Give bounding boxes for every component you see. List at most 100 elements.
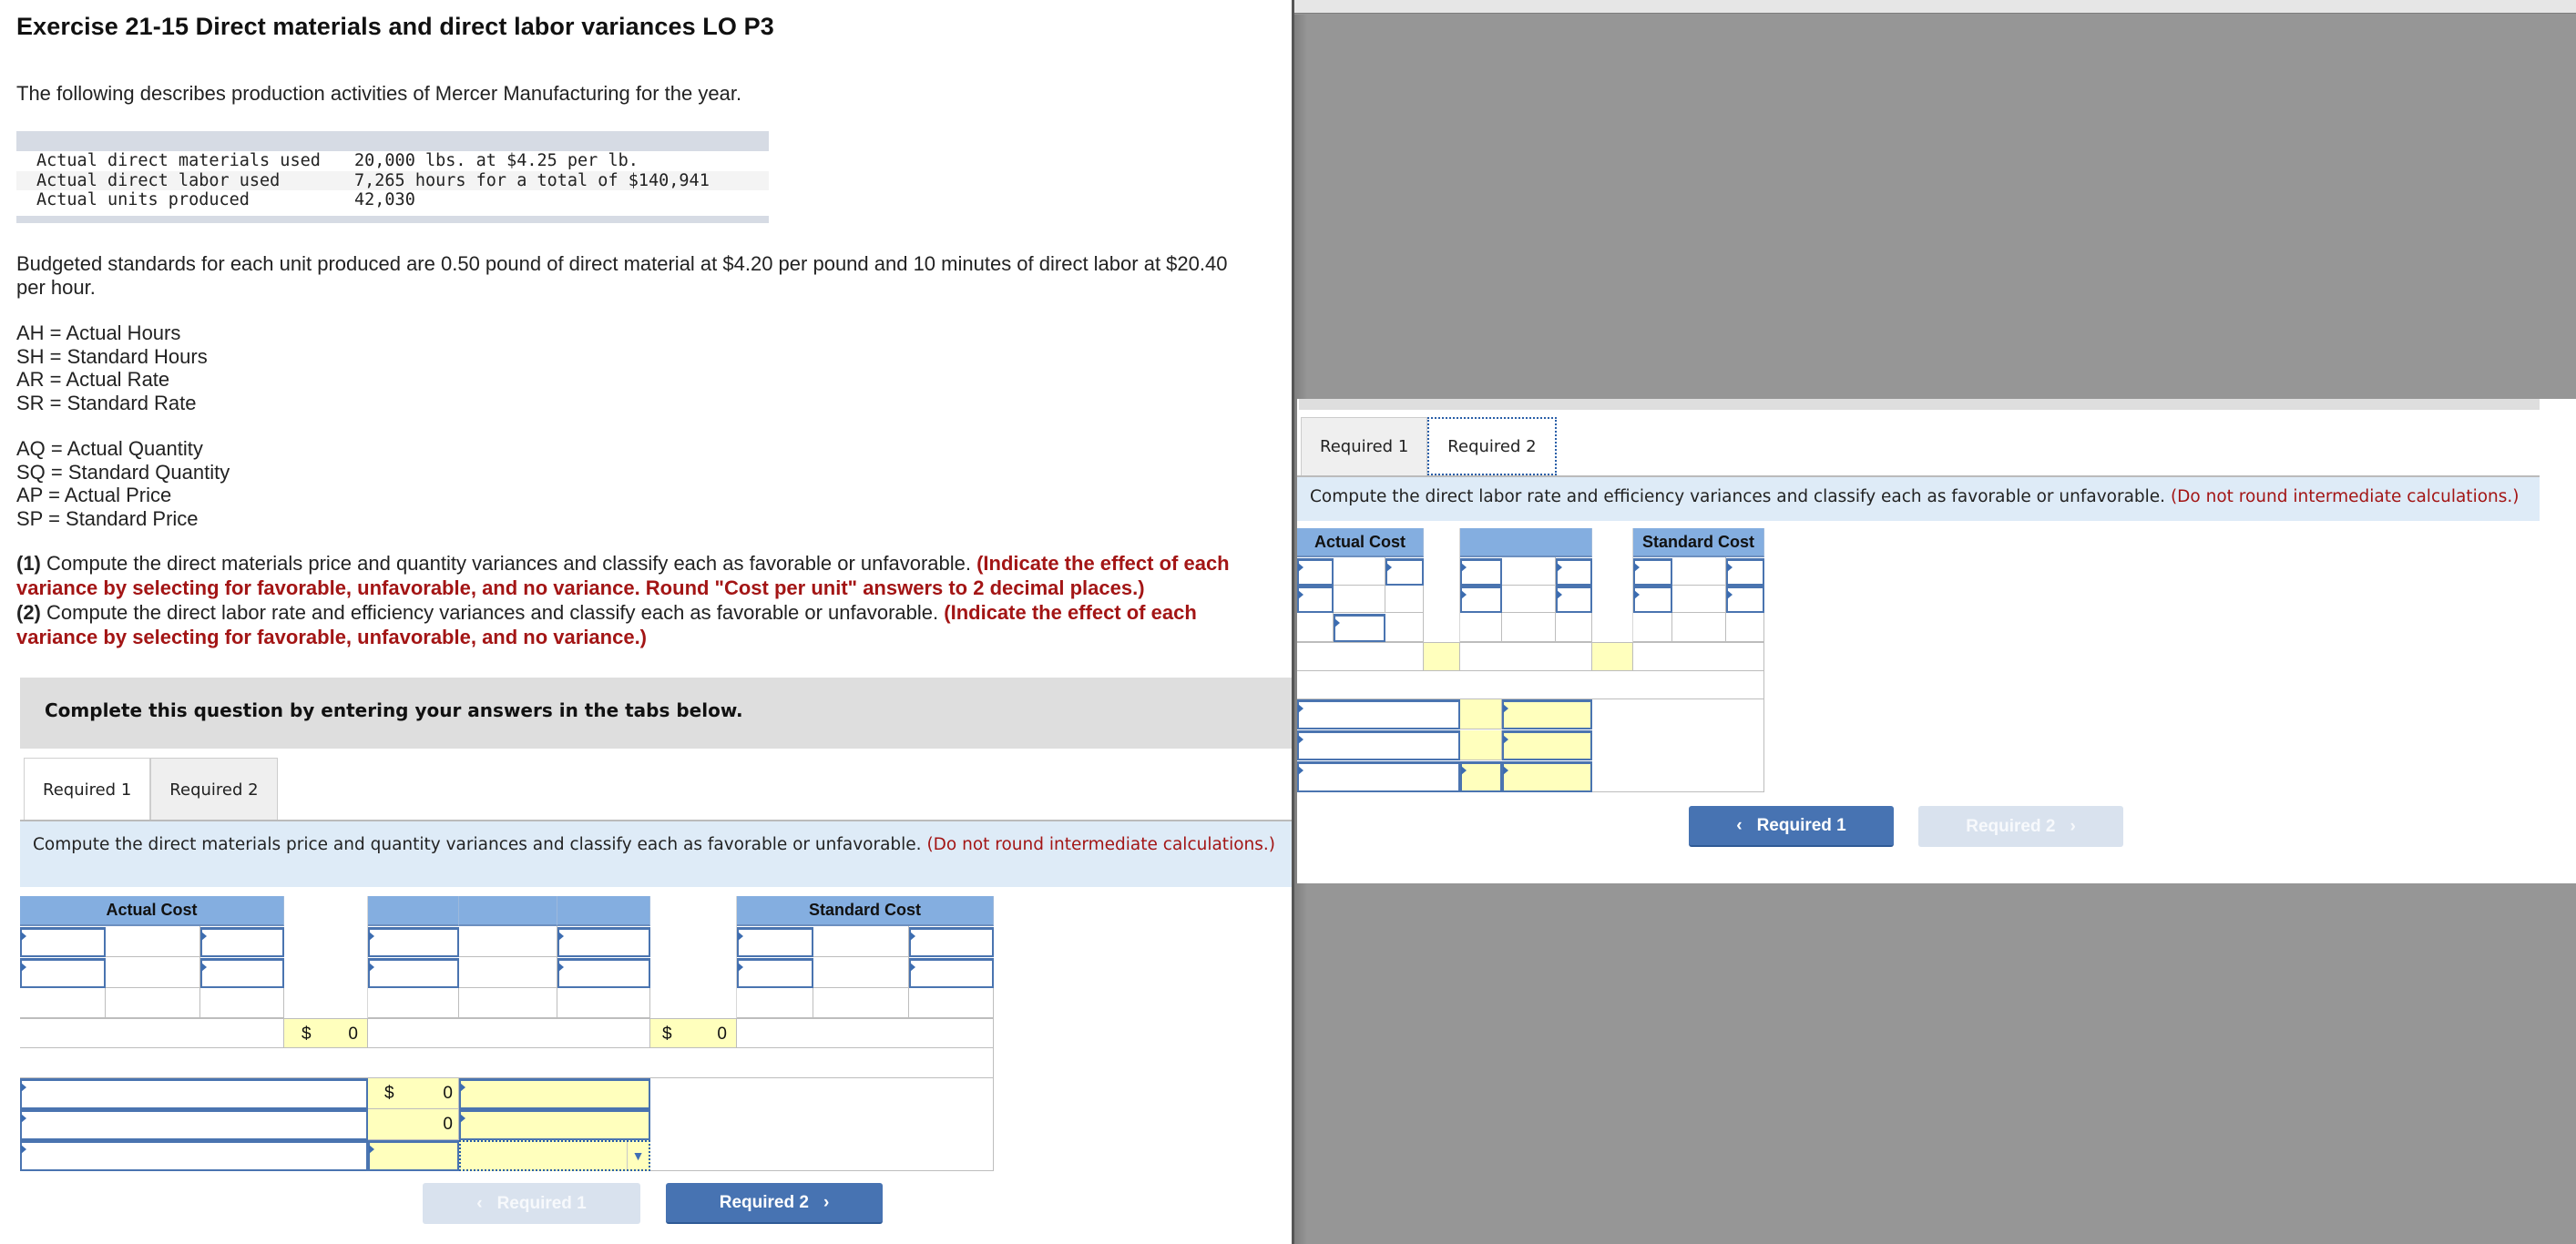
chevron-right-icon: › bbox=[823, 1192, 830, 1212]
definition: AH = Actual Hours bbox=[16, 321, 181, 344]
variance-label-input[interactable] bbox=[1297, 699, 1460, 729]
prev-required-1-button[interactable]: ‹ Required 1 bbox=[423, 1183, 640, 1224]
empty-cell bbox=[1633, 642, 1764, 671]
variance-classification-input[interactable] bbox=[1502, 730, 1592, 760]
tab-required-2[interactable]: Required 2 bbox=[1427, 417, 1557, 475]
standard-cost-total bbox=[1592, 642, 1633, 671]
empty-cell bbox=[1385, 613, 1424, 642]
actual-hours-value-input[interactable] bbox=[1297, 586, 1334, 613]
empty-area bbox=[650, 1078, 994, 1171]
total-variance-effect-input[interactable] bbox=[1502, 761, 1592, 792]
actual-hours-input[interactable] bbox=[1297, 558, 1334, 586]
standard-quantity-value-input[interactable] bbox=[737, 958, 813, 988]
variance-classification-input[interactable] bbox=[1502, 699, 1592, 729]
standard-rate-value-input[interactable] bbox=[1726, 586, 1764, 613]
header-blank bbox=[1460, 528, 1592, 557]
variance-value: 0 bbox=[443, 1115, 453, 1134]
actual-rate-input[interactable] bbox=[1385, 558, 1424, 586]
standard-price-input[interactable] bbox=[909, 927, 994, 957]
standard-rate-input[interactable] bbox=[1726, 558, 1764, 586]
actual-quantity-value-input[interactable] bbox=[20, 958, 106, 988]
actual-rate-value-input[interactable] bbox=[1334, 614, 1385, 642]
mid-price-input[interactable] bbox=[557, 927, 650, 957]
variance-classification-input[interactable] bbox=[459, 1078, 650, 1109]
actual-cost-total: $ 0 bbox=[284, 1018, 368, 1048]
intro-text: The following describes production activ… bbox=[16, 82, 742, 105]
req1-text: Compute the direct materials price and q… bbox=[40, 552, 977, 575]
mid-hours-input[interactable] bbox=[1460, 558, 1502, 586]
definition: SR = Standard Rate bbox=[16, 391, 197, 414]
empty-cell bbox=[909, 988, 994, 1018]
definition: SP = Standard Price bbox=[16, 506, 199, 530]
variance-label-input[interactable] bbox=[20, 1078, 368, 1109]
total-variance-amount-input[interactable] bbox=[368, 1140, 459, 1171]
right-top-bar bbox=[1294, 0, 2576, 14]
complete-banner: Complete this question by entering your … bbox=[20, 678, 1292, 749]
facts-label: Actual direct labor used bbox=[36, 170, 281, 190]
production-facts-table: Actual direct materials used 20,000 lbs.… bbox=[16, 131, 769, 223]
prev-required-1-button[interactable]: ‹ Required 1 bbox=[1689, 806, 1894, 847]
next-required-2-button[interactable]: Required 2 › bbox=[1918, 806, 2123, 847]
empty-cell bbox=[20, 1018, 284, 1048]
variance-value: 0 bbox=[443, 1084, 453, 1103]
mid-hours-value-input[interactable] bbox=[1460, 586, 1502, 613]
variance-label-input[interactable] bbox=[20, 1109, 368, 1140]
operator-cell bbox=[1502, 557, 1556, 586]
variance-label-input[interactable] bbox=[1297, 730, 1460, 760]
facts-label: Actual direct materials used bbox=[36, 151, 321, 170]
operator-cell bbox=[1502, 586, 1556, 613]
empty-cell bbox=[1556, 613, 1592, 642]
total-variance-effect-select[interactable]: ▼ bbox=[459, 1140, 650, 1171]
actual-price-value-input[interactable] bbox=[200, 958, 284, 988]
header-actual-cost: Actual Cost bbox=[20, 896, 284, 926]
standard-cost-total: $ 0 bbox=[650, 1018, 737, 1048]
instruction-box: Compute the direct materials price and q… bbox=[20, 821, 1292, 887]
dropdown-arrow-icon[interactable]: ▼ bbox=[627, 1142, 649, 1169]
definition: SH = Standard Hours bbox=[16, 344, 208, 368]
tab-required-2[interactable]: Required 2 bbox=[150, 758, 278, 821]
standard-quantity-input[interactable] bbox=[737, 927, 813, 957]
mid-quantity-value-input[interactable] bbox=[368, 958, 459, 988]
mid-rate-input[interactable] bbox=[1556, 558, 1592, 586]
definition: AR = Actual Rate bbox=[16, 368, 170, 391]
tab-required-1[interactable]: Required 1 bbox=[1301, 417, 1428, 475]
empty-cell bbox=[737, 988, 813, 1018]
mid-rate-value-input[interactable] bbox=[1556, 586, 1592, 613]
mid-quantity-input[interactable] bbox=[368, 927, 459, 957]
empty-cell bbox=[20, 988, 106, 1018]
operator-cell bbox=[813, 926, 909, 957]
complete-banner-text: Complete this question by entering your … bbox=[45, 699, 743, 721]
req2-text: Compute the direct labor rate and effici… bbox=[40, 601, 945, 624]
empty-cell bbox=[813, 988, 909, 1018]
facts-top-band bbox=[16, 131, 769, 151]
currency-symbol: $ bbox=[302, 1025, 312, 1044]
empty-cell bbox=[1633, 613, 1672, 642]
total-variance-label-input[interactable] bbox=[20, 1140, 368, 1171]
currency-symbol: $ bbox=[384, 1084, 394, 1103]
actual-price-input[interactable] bbox=[200, 927, 284, 957]
total-value: 0 bbox=[717, 1025, 727, 1044]
mid-price-value-input[interactable] bbox=[557, 958, 650, 988]
actual-quantity-input[interactable] bbox=[20, 927, 106, 957]
empty-cell bbox=[1672, 613, 1726, 642]
tab-required-1[interactable]: Required 1 bbox=[24, 758, 151, 821]
next-required-2-button[interactable]: Required 2 › bbox=[666, 1183, 883, 1224]
right-banner-strip bbox=[1299, 399, 2540, 410]
variance-amount bbox=[1460, 699, 1502, 729]
total-variance-label-input[interactable] bbox=[1297, 761, 1460, 792]
standard-hours-value-input[interactable] bbox=[1633, 586, 1672, 613]
instruction-box: Compute the direct labor rate and effici… bbox=[1297, 477, 2540, 521]
empty-cell bbox=[106, 988, 200, 1018]
button-label: Required 1 bbox=[1756, 815, 1846, 835]
instruction-text: Compute the direct materials price and q… bbox=[33, 835, 927, 854]
total-value: 0 bbox=[348, 1025, 358, 1044]
variance-classification-input[interactable] bbox=[459, 1109, 650, 1140]
empty-cell bbox=[1297, 642, 1424, 671]
definition: AP = Actual Price bbox=[16, 484, 172, 506]
page-title: Exercise 21-15 Direct materials and dire… bbox=[16, 13, 774, 40]
total-variance-amount-input[interactable] bbox=[1460, 761, 1502, 792]
standard-hours-input[interactable] bbox=[1633, 558, 1672, 586]
chevron-right-icon: › bbox=[2070, 816, 2076, 836]
variance-amount: $ 0 bbox=[368, 1078, 459, 1109]
standard-price-value-input[interactable] bbox=[909, 958, 994, 988]
